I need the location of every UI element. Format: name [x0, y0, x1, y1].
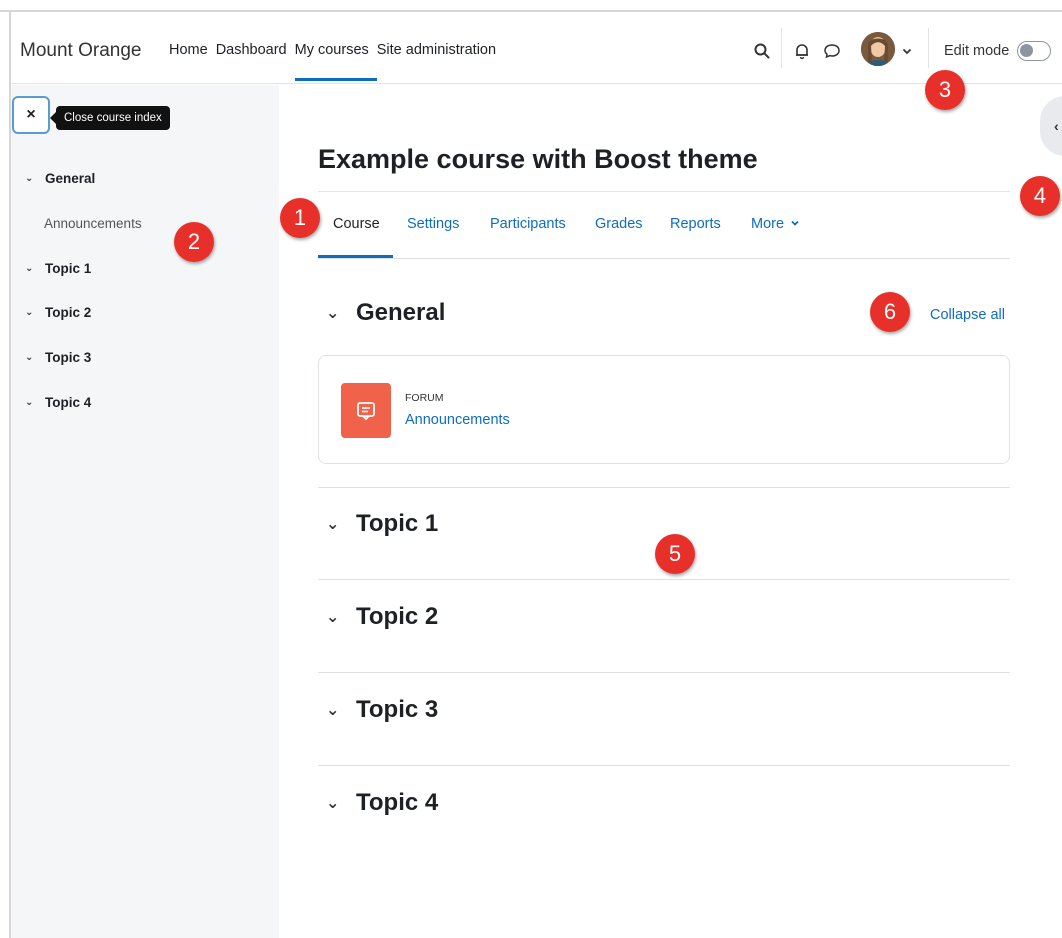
section-general-header[interactable]: ⌄ General — [326, 299, 445, 327]
navbar-divider — [928, 28, 929, 68]
section-title: Topic 3 — [356, 696, 439, 723]
section-title: Topic 4 — [356, 789, 439, 816]
chevron-down-icon: ⌄ — [326, 516, 340, 533]
course-index-label: Topic 4 — [45, 395, 92, 410]
course-index-label: Topic 1 — [45, 261, 92, 276]
search-icon[interactable] — [753, 42, 771, 60]
course-index-item-topic-3[interactable]: ⌄ Topic 3 — [25, 350, 91, 365]
annotation-badge-1: 1 — [280, 198, 320, 238]
chevron-down-icon: ⌄ — [25, 352, 34, 363]
chevron-down-icon: ⌄ — [326, 702, 340, 719]
annotation-badge-5: 5 — [655, 534, 695, 574]
chevron-down-icon: ⌄ — [326, 305, 340, 322]
primary-navigation: Home Dashboard My courses Site administr… — [169, 42, 504, 84]
chevron-down-icon[interactable] — [901, 45, 913, 57]
chevron-down-icon: ⌄ — [25, 307, 34, 318]
chevron-down-icon — [791, 220, 799, 226]
section-divider — [318, 579, 1010, 580]
tab-settings[interactable]: Settings — [407, 216, 459, 232]
course-index-drawer: × Close course index ⌄ General Announcem… — [11, 85, 279, 938]
section-topic-4-header[interactable]: ⌄ Topic 4 — [326, 789, 438, 817]
tab-more-label: More — [751, 216, 785, 232]
section-title: Topic 1 — [356, 510, 439, 537]
edit-mode-label: Edit mode — [944, 43, 1010, 59]
forum-icon — [341, 383, 391, 438]
nav-dashboard[interactable]: Dashboard — [216, 42, 287, 84]
chevron-down-icon: ⌄ — [326, 609, 340, 626]
course-index-item-topic-2[interactable]: ⌄ Topic 2 — [25, 305, 91, 320]
close-course-index-button[interactable]: × — [12, 96, 50, 134]
course-index-label: Topic 3 — [45, 350, 92, 365]
top-navbar: Mount Orange Home Dashboard My courses S… — [11, 12, 1062, 84]
section-divider — [318, 765, 1010, 766]
activity-type-label: Forum — [405, 392, 444, 404]
tab-course[interactable]: Course — [333, 216, 380, 232]
section-title: Topic 2 — [356, 603, 439, 630]
close-course-index-tooltip: Close course index — [50, 106, 170, 130]
tab-more[interactable]: More — [751, 216, 800, 232]
section-divider — [318, 487, 1010, 488]
tab-participants[interactable]: Participants — [490, 216, 566, 232]
course-index-item-topic-4[interactable]: ⌄ Topic 4 — [25, 395, 91, 410]
collapse-all-link[interactable]: Collapse all — [930, 307, 1005, 323]
chevron-left-icon: ‹ — [1054, 118, 1059, 134]
tab-grades[interactable]: Grades — [595, 216, 643, 232]
annotation-badge-4: 4 — [1020, 176, 1060, 216]
chevron-down-icon: ⌄ — [25, 397, 34, 408]
bell-icon[interactable] — [793, 42, 811, 60]
course-index-label: Topic 2 — [45, 305, 92, 320]
course-index-label: General — [45, 171, 96, 186]
annotation-badge-3: 3 — [925, 70, 965, 110]
edit-mode-toggle[interactable] — [1017, 41, 1051, 61]
navbar-divider — [781, 28, 782, 68]
section-topic-1-header[interactable]: ⌄ Topic 1 — [326, 510, 438, 538]
activity-card-announcements: Forum Announcements — [318, 355, 1010, 464]
chevron-down-icon: ⌄ — [326, 795, 340, 812]
nav-site-administration[interactable]: Site administration — [377, 42, 496, 84]
section-title: General — [356, 299, 446, 326]
section-topic-2-header[interactable]: ⌄ Topic 2 — [326, 603, 438, 631]
nav-my-courses[interactable]: My courses — [294, 42, 377, 84]
nav-home[interactable]: Home — [169, 42, 208, 84]
course-index-item-general[interactable]: ⌄ General — [25, 171, 95, 186]
user-avatar[interactable] — [861, 32, 895, 66]
tab-reports[interactable]: Reports — [670, 216, 721, 232]
course-index-item-announcements[interactable]: Announcements — [44, 216, 142, 231]
toggle-knob — [1020, 44, 1033, 57]
avatar-photo-icon — [861, 32, 895, 66]
title-divider — [318, 191, 1010, 192]
activity-name-link[interactable]: Announcements — [405, 412, 510, 428]
annotation-badge-6: 6 — [870, 292, 910, 332]
section-topic-3-header[interactable]: ⌄ Topic 3 — [326, 696, 438, 724]
course-index-item-topic-1[interactable]: ⌄ Topic 1 — [25, 261, 91, 276]
chevron-down-icon: ⌄ — [25, 173, 34, 184]
annotation-badge-2: 2 — [174, 222, 214, 262]
site-brand[interactable]: Mount Orange — [20, 40, 141, 62]
open-block-drawer-button[interactable]: ‹ — [1040, 96, 1062, 156]
section-divider — [318, 672, 1010, 673]
chat-icon[interactable] — [823, 42, 841, 60]
chevron-down-icon: ⌄ — [25, 263, 34, 274]
page-title: Example course with Boost theme — [318, 144, 758, 174]
active-tab-indicator — [318, 255, 393, 258]
secondary-navigation: Course Settings Participants Grades Repo… — [318, 193, 1010, 259]
